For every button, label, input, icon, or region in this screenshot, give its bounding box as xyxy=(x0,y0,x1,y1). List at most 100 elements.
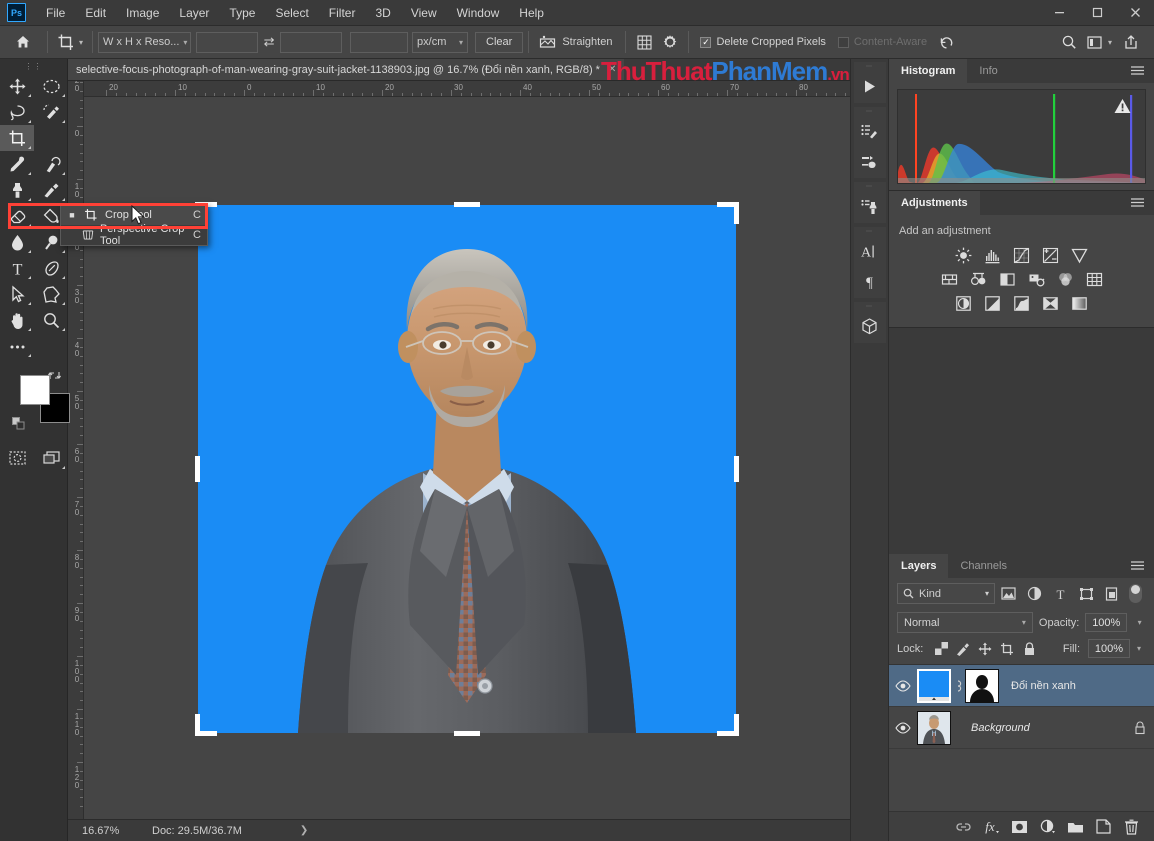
delete-layer-icon[interactable] xyxy=(1120,816,1142,838)
layer-name[interactable]: Đổi nền xanh xyxy=(999,680,1076,692)
vibrance-icon[interactable] xyxy=(1070,245,1090,265)
gradient-fill-icon[interactable] xyxy=(1070,293,1090,313)
layer-thumbnail[interactable] xyxy=(917,668,951,703)
posterize-icon[interactable] xyxy=(1084,269,1104,289)
selective-color-icon[interactable] xyxy=(1012,293,1032,313)
blur-tool[interactable] xyxy=(0,229,34,255)
grid-overlay-icon[interactable] xyxy=(631,30,657,54)
zoom-level[interactable]: 16.67% xyxy=(68,825,128,837)
histogram-graph[interactable] xyxy=(897,89,1146,184)
content-aware-checkbox[interactable]: Content-Aware xyxy=(832,36,933,48)
spot-healing-tool[interactable] xyxy=(34,151,68,177)
lasso-tool[interactable] xyxy=(0,99,34,125)
share-icon[interactable] xyxy=(1118,30,1144,54)
lock-image-icon[interactable] xyxy=(953,639,973,658)
menu-view[interactable]: View xyxy=(401,2,447,24)
resolution-unit-select[interactable]: px/cm ▾ xyxy=(412,31,469,53)
filter-smart-icon[interactable] xyxy=(1099,583,1125,604)
filter-adjustment-icon[interactable] xyxy=(1021,583,1047,604)
new-layer-icon[interactable] xyxy=(1092,816,1114,838)
black-white-icon[interactable] xyxy=(968,269,988,289)
maximize-button[interactable] xyxy=(1078,0,1116,25)
foreground-color-swatch[interactable] xyxy=(20,375,50,405)
fx-icon[interactable]: fx xyxy=(980,816,1002,838)
filter-shape-icon[interactable] xyxy=(1073,583,1099,604)
dock-grip[interactable]: ⋯ xyxy=(866,182,873,191)
warning-icon[interactable] xyxy=(1114,98,1131,114)
flyout-item-perspective-crop-tool[interactable]: Perspective Crop Tool C xyxy=(61,223,207,247)
fill-value[interactable]: 100% xyxy=(1088,639,1130,658)
filter-type-icon[interactable]: T xyxy=(1047,583,1073,604)
crop-height-input[interactable] xyxy=(280,31,343,53)
menu-file[interactable]: File xyxy=(36,2,75,24)
brush-settings-icon[interactable] xyxy=(854,116,886,146)
panel-menu-icon[interactable] xyxy=(1121,59,1154,83)
dock-grip[interactable]: ⋯ xyxy=(866,107,873,116)
color-lookup-icon[interactable] xyxy=(1055,269,1075,289)
menu-help[interactable]: Help xyxy=(509,2,554,24)
photo-filter-icon[interactable] xyxy=(997,269,1017,289)
fill-stepper[interactable]: ▾ xyxy=(1132,639,1146,658)
screen-mode-icon[interactable] xyxy=(34,445,68,471)
blend-mode-select[interactable]: Normal ▾ xyxy=(897,612,1033,633)
marquee-tool[interactable] xyxy=(34,73,68,99)
panel-menu-icon[interactable] xyxy=(1121,191,1154,215)
opacity-stepper[interactable]: ▾ xyxy=(1133,613,1146,632)
swap-dimensions-icon[interactable]: ⇄ xyxy=(258,32,280,53)
status-expand-arrow[interactable]: ❯ xyxy=(242,825,308,836)
crop-tool[interactable] xyxy=(0,125,34,151)
invert-icon[interactable] xyxy=(954,293,974,313)
opacity-value[interactable]: 100% xyxy=(1085,613,1128,632)
layer-row-background[interactable]: Background xyxy=(889,707,1154,749)
edit-toolbar-tool[interactable] xyxy=(0,333,34,359)
vertical-ruler[interactable]: 200102030405060708090100110120 xyxy=(68,81,84,819)
3d-icon[interactable] xyxy=(854,311,886,341)
minimize-button[interactable] xyxy=(1040,0,1078,25)
home-icon[interactable] xyxy=(8,30,38,54)
lock-position-icon[interactable] xyxy=(975,639,995,658)
menu-edit[interactable]: Edit xyxy=(75,2,116,24)
move-tool[interactable] xyxy=(0,73,34,99)
straighten-label[interactable]: Straighten xyxy=(560,36,620,48)
paragraph-icon[interactable]: ¶ xyxy=(854,266,886,296)
tab-channels[interactable]: Channels xyxy=(948,554,1019,578)
type-tool[interactable]: T xyxy=(0,255,34,281)
add-mask-icon[interactable] xyxy=(1008,816,1030,838)
workspace-icon[interactable] xyxy=(1082,30,1108,54)
brightness-contrast-icon[interactable] xyxy=(954,245,974,265)
layer-thumbnail[interactable] xyxy=(917,710,951,745)
levels-icon[interactable] xyxy=(983,245,1003,265)
path-selection-tool[interactable] xyxy=(0,281,34,307)
lock-artboard-icon[interactable] xyxy=(997,639,1017,658)
brush-presets-icon[interactable] xyxy=(854,146,886,176)
crop-resolution-input[interactable] xyxy=(350,31,409,53)
artboard-image[interactable] xyxy=(198,205,736,733)
menu-3d[interactable]: 3D xyxy=(365,2,400,24)
curves-icon[interactable] xyxy=(1012,245,1032,265)
reset-icon[interactable] xyxy=(933,30,959,54)
tool-preset-picker[interactable]: ▾ xyxy=(53,30,87,54)
layer-name[interactable]: Background xyxy=(951,722,1030,734)
new-group-icon[interactable] xyxy=(1064,816,1086,838)
eyedropper-tool[interactable] xyxy=(0,151,34,177)
tab-histogram[interactable]: Histogram xyxy=(889,59,968,83)
link-layers-icon[interactable] xyxy=(952,816,974,838)
dock-grip[interactable]: ⋯ xyxy=(866,227,873,236)
channel-mixer-icon[interactable] xyxy=(1026,269,1046,289)
dock-grip[interactable]: ⋯ xyxy=(866,62,873,71)
tab-layers[interactable]: Layers xyxy=(889,554,949,578)
adjustment-layer-icon[interactable] xyxy=(1036,816,1058,838)
default-colors-icon[interactable] xyxy=(12,417,25,430)
layer-visibility-icon[interactable] xyxy=(889,721,917,734)
close-button[interactable] xyxy=(1116,0,1154,25)
straighten-icon[interactable] xyxy=(534,30,560,54)
document-tab[interactable]: selective-focus-photograph-of-man-wearin… xyxy=(68,59,625,80)
actions-play-icon[interactable] xyxy=(854,71,886,101)
lock-all-icon[interactable] xyxy=(1019,639,1039,658)
toolbar-grip[interactable]: ⋮⋮ xyxy=(0,59,67,73)
shape-tool[interactable] xyxy=(34,281,68,307)
tab-adjustments[interactable]: Adjustments xyxy=(889,191,980,215)
layer-link-icon[interactable] xyxy=(951,678,965,694)
clone-stamp-tool[interactable] xyxy=(0,177,34,203)
layer-visibility-icon[interactable] xyxy=(889,679,917,692)
